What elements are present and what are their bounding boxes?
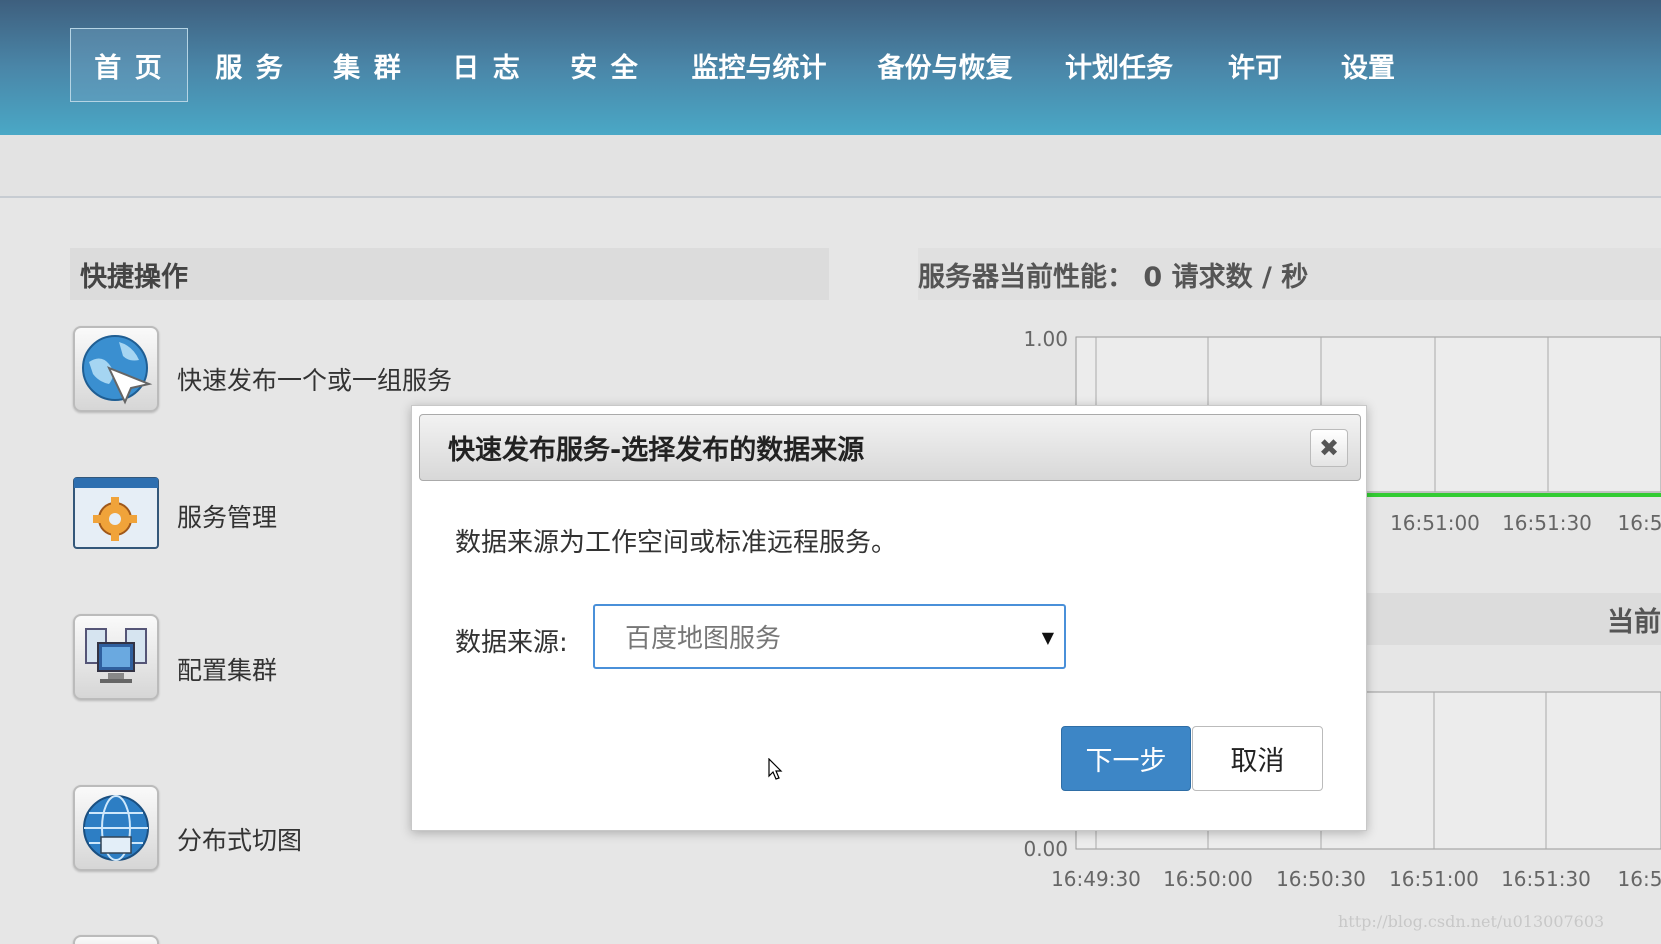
dialog-header: 快速发布服务-选择发布的数据来源 ✖ <box>419 414 1361 481</box>
cancel-button[interactable]: 取消 <box>1192 726 1323 791</box>
next-button[interactable]: 下一步 <box>1061 726 1191 791</box>
close-button[interactable]: ✖ <box>1310 429 1348 467</box>
chart2-x-tick-label: 16:5 <box>1618 867 1661 891</box>
chart2-x-tick-label: 16:50:30 <box>1276 867 1366 891</box>
chart1-x-ticks: 16:51:00 16:51:30 16:5 <box>1390 511 1661 535</box>
chart2-y-tick: 0.00 <box>1023 837 1068 861</box>
dialog-title: 快速发布服务-选择发布的数据来源 <box>448 435 865 466</box>
chart2-x-tick-label: 16:51:00 <box>1389 867 1479 891</box>
dialog-description: 数据来源为工作空间或标准远程服务。 <box>455 528 898 558</box>
data-source-select[interactable]: 百度地图服务 ▼ <box>593 604 1066 669</box>
watermark: http://blog.csdn.net/u013007603 <box>1338 912 1605 931</box>
mouse-cursor-icon <box>768 758 783 780</box>
data-source-label: 数据来源: <box>455 628 568 658</box>
chart2-x-tick-label: 16:49:30 <box>1051 867 1141 891</box>
chart2-x-tick-label: 16:51:30 <box>1501 867 1591 891</box>
chart1-x-tick-label: 16:51:00 <box>1390 511 1480 535</box>
dropdown-arrow-icon: ▼ <box>1041 628 1054 647</box>
chart2-x-ticks: 16:49:30 16:50:00 16:50:30 16:51:00 16:51:30… <box>1051 867 1661 891</box>
data-source-value: 百度地图服务 <box>625 624 782 654</box>
chart1-y-tick: 1.00 <box>1023 327 1068 351</box>
publish-dialog: 快速发布服务-选择发布的数据来源 ✖ 数据来源为工作空间或标准远程服务。 数据来… <box>411 405 1367 831</box>
close-icon: ✖ <box>1318 434 1340 462</box>
chart1-x-tick-label: 16:51:30 <box>1502 511 1592 535</box>
chart2-x-tick-label: 16:50:00 <box>1163 867 1253 891</box>
chart1-x-tick-label: 16:5 <box>1618 511 1661 535</box>
